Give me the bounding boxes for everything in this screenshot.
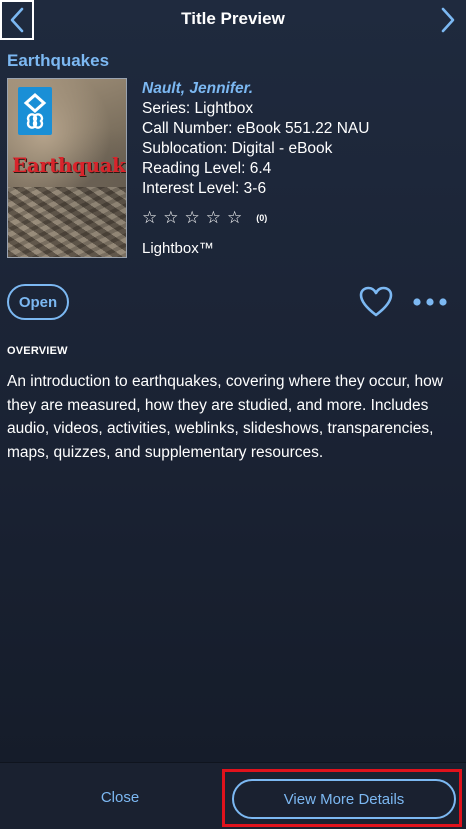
overview-heading: OVERVIEW — [7, 345, 68, 357]
cover-rubble-image — [8, 187, 126, 257]
rating-count: (0) — [256, 213, 268, 223]
footer-bar: Close View More Details — [0, 762, 466, 829]
sublocation-text: Sublocation: Digital - eBook — [142, 140, 333, 157]
book-cover[interactable]: Earthquakes — [7, 78, 127, 258]
star-icon[interactable]: ☆ — [185, 208, 200, 228]
chevron-right-icon — [441, 7, 455, 33]
more-options-button[interactable] — [412, 294, 448, 310]
favorite-button[interactable] — [358, 285, 394, 319]
series-text: Series: Lightbox — [142, 100, 254, 117]
call-number-text: Call Number: eBook 551.22 NAU — [142, 120, 370, 137]
star-icon[interactable]: ☆ — [163, 208, 178, 228]
open-button[interactable]: Open — [7, 284, 69, 320]
reading-level-text: Reading Level: 6.4 — [142, 160, 272, 177]
view-more-details-button[interactable]: View More Details — [232, 779, 456, 819]
book-metadata: Nault, Jennifer. Series: Lightbox Call N… — [142, 79, 369, 199]
close-button[interactable]: Close — [80, 789, 160, 806]
overview-text: An introduction to earthquakes, covering… — [7, 373, 443, 461]
interest-level-text: Interest Level: 3-6 — [142, 180, 267, 197]
top-bar: Title Preview — [0, 0, 466, 40]
page-title: Title Preview — [181, 9, 285, 28]
book-title[interactable]: Earthquakes — [7, 51, 109, 71]
brand-label: Lightbox™ — [142, 240, 214, 257]
star-icon[interactable]: ☆ — [227, 208, 242, 228]
more-dots-icon — [413, 298, 447, 306]
star-icon[interactable]: ☆ — [142, 208, 157, 228]
star-icon[interactable]: ☆ — [206, 208, 221, 228]
cover-title: Earthquakes — [12, 153, 126, 177]
author-link[interactable]: Nault, Jennifer. — [142, 79, 369, 99]
ebook-badge-icon — [18, 87, 52, 135]
heart-icon — [359, 286, 393, 317]
next-button[interactable] — [434, 2, 462, 38]
star-rating[interactable]: ☆ ☆ ☆ ☆ ☆ (0) — [142, 208, 267, 228]
